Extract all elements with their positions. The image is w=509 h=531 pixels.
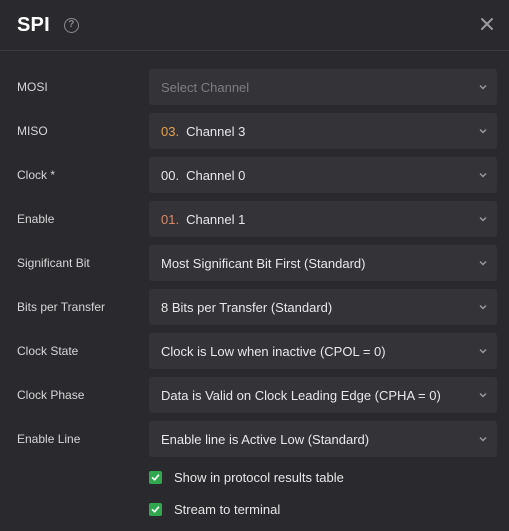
options-list: Show in protocol results table Stream to … [149,468,344,531]
select-value: Clock is Low when inactive (CPOL = 0) [161,343,386,359]
field-label: Enable [17,212,55,226]
field-label: MOSI [17,80,48,94]
dialog-header: SPI ? [0,0,509,51]
chevron-down-icon [479,305,487,310]
select-value: Channel 0 [186,167,246,183]
checkmark-icon [151,473,160,481]
clock-select[interactable]: 00. Channel 0 [149,157,497,193]
clock-phase-select[interactable]: Data is Valid on Clock Leading Edge (CPH… [149,377,497,413]
dialog-title: SPI [17,13,50,36]
field-row-miso: MISO 03. Channel 3 [0,113,509,149]
field-row-clock-phase: Clock Phase Data is Valid on Clock Leadin… [0,377,509,413]
enable-line-select[interactable]: Enable line is Active Low (Standard) [149,421,497,457]
field-label: Enable Line [17,432,81,446]
spi-dialog: SPI ? MOSI Select Channel MISO 03. Channel 3… [0,0,509,531]
field-label: MISO [17,124,48,138]
miso-select[interactable]: 03. Channel 3 [149,113,497,149]
field-row-significant-bit: Significant Bit Most Significant Bit Firs… [0,245,509,281]
field-label: Bits per Transfer [17,300,106,314]
channel-number: 03. [161,123,180,139]
field-row-mosi: MOSI Select Channel [0,69,509,105]
checkmark-icon [151,505,160,513]
clock-state-select[interactable]: Clock is Low when inactive (CPOL = 0) [149,333,497,369]
chevron-down-icon [479,217,487,222]
select-value: 8 Bits per Transfer (Standard) [161,299,333,315]
chevron-down-icon [479,393,487,398]
significant-bit-select[interactable]: Most Significant Bit First (Standard) [149,245,497,281]
close-icon[interactable] [479,16,495,32]
field-label: Clock * [17,168,56,182]
chevron-down-icon [479,129,487,134]
field-label: Significant Bit [17,256,90,270]
channel-number: 01. [161,211,180,227]
option-label: Stream to terminal [174,501,281,517]
bits-per-transfer-select[interactable]: 8 Bits per Transfer (Standard) [149,289,497,325]
chevron-down-icon [479,261,487,266]
settings-form: MOSI Select Channel MISO 03. Channel 3 Clock … [0,51,509,457]
field-label: Clock State [17,344,79,358]
field-label: Clock Phase [17,388,85,402]
select-value: Most Significant Bit First (Standard) [161,255,366,271]
option-show-in-protocol-results-table[interactable]: Show in protocol results table [149,468,344,486]
option-stream-to-terminal[interactable]: Stream to terminal [149,500,344,518]
field-row-clock-state: Clock State Clock is Low when inactive (C… [0,333,509,369]
select-value: Enable line is Active Low (Standard) [161,431,370,447]
chevron-down-icon [479,437,487,442]
help-circle-icon[interactable]: ? [63,17,79,33]
mosi-select[interactable]: Select Channel [149,69,497,105]
field-row-clock: Clock * 00. Channel 0 [0,157,509,193]
chevron-down-icon [479,85,487,90]
chevron-down-icon [479,173,487,178]
option-label: Show in protocol results table [174,469,344,485]
field-row-bits-per-transfer: Bits per Transfer 8 Bits per Transfer (St… [0,289,509,325]
channel-number: 00. [161,167,180,183]
select-value: Data is Valid on Clock Leading Edge (CPH… [161,387,441,403]
select-value: Channel 1 [186,211,246,227]
select-value: Channel 3 [186,123,246,139]
enable-select[interactable]: 01. Channel 1 [149,201,497,237]
checkbox[interactable] [149,502,162,516]
field-row-enable: Enable 01. Channel 1 [0,201,509,237]
select-value: Select Channel [161,79,250,95]
chevron-down-icon [479,349,487,354]
field-row-enable-line: Enable Line Enable line is Active Low (St… [0,421,509,457]
checkbox[interactable] [149,470,162,484]
